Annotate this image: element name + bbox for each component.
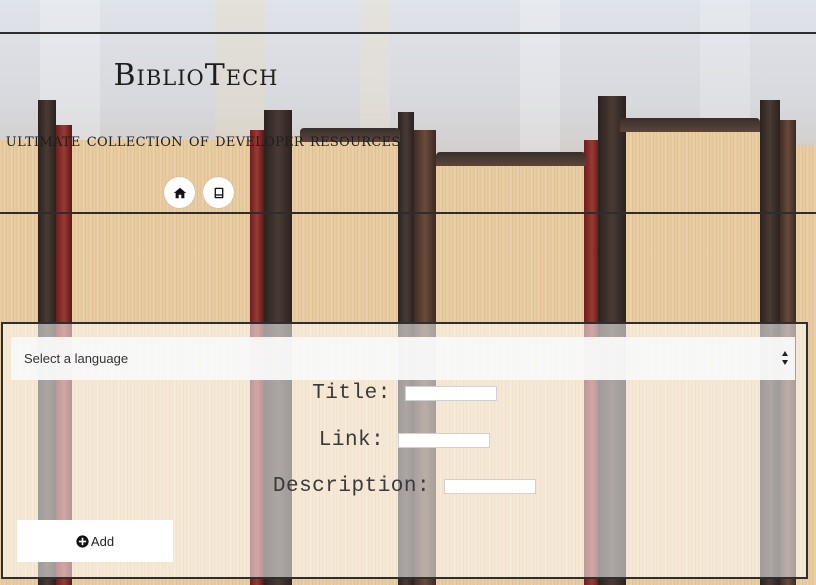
add-button[interactable]: Add — [17, 520, 173, 562]
select-arrows-icon — [782, 351, 788, 365]
language-select[interactable]: Select a language — [11, 337, 795, 380]
title-input[interactable] — [404, 386, 497, 401]
link-label: Link: — [318, 429, 385, 452]
add-resource-form: Select a language Title: Link: Descripti… — [1, 322, 808, 579]
resources-nav-button[interactable] — [203, 177, 234, 208]
title-label: Title: — [312, 382, 391, 405]
language-select-value: Select a language — [24, 351, 129, 366]
add-button-label: Add — [90, 533, 115, 549]
site-title: BiblioTech — [113, 58, 279, 93]
description-input[interactable] — [444, 479, 537, 494]
link-field-row: Link: — [3, 429, 806, 452]
site-tagline: e ultimate collection of developer resou… — [0, 130, 401, 151]
description-field-row: Description: — [3, 475, 806, 498]
book-icon — [214, 187, 223, 198]
home-icon — [173, 187, 186, 198]
plus-circle-icon — [76, 534, 89, 548]
header-bottom-divider — [0, 212, 816, 214]
title-field-row: Title: — [3, 382, 806, 405]
header-top-divider — [0, 32, 816, 34]
link-input[interactable] — [398, 433, 491, 448]
home-nav-button[interactable] — [164, 177, 195, 208]
description-label: Description: — [272, 475, 431, 498]
